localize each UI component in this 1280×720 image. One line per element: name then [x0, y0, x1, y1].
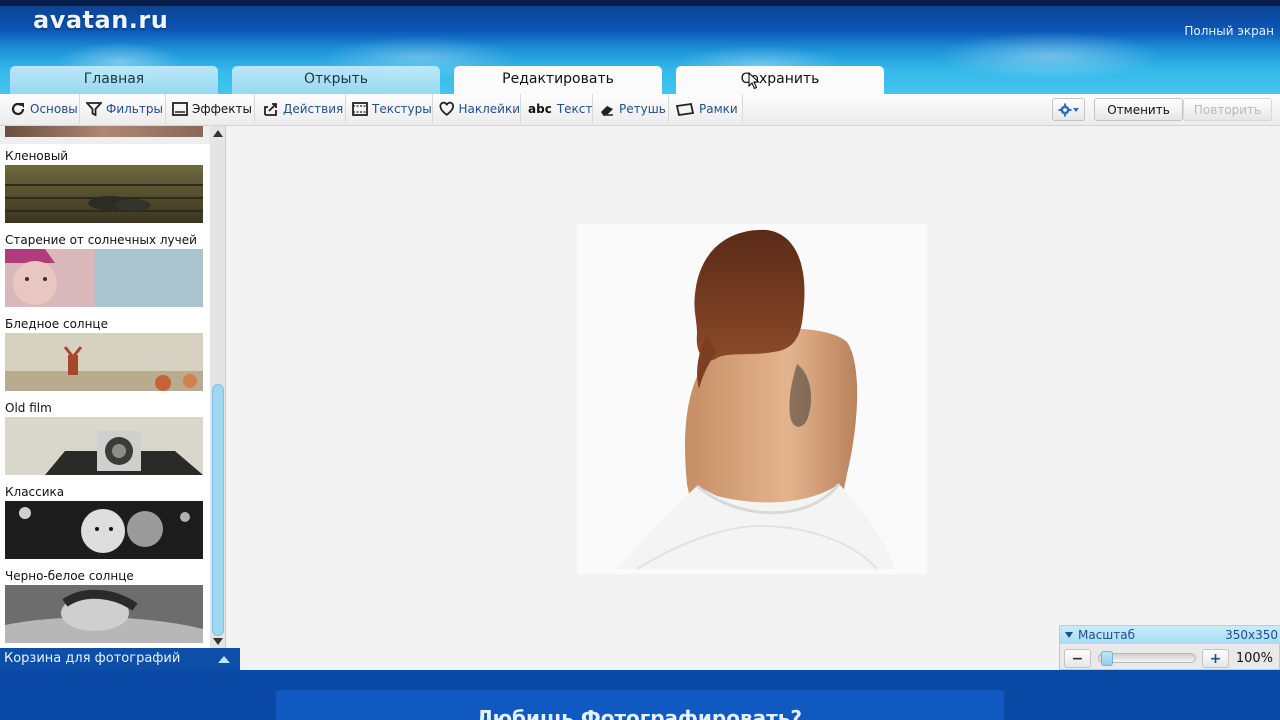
filter-label: Бледное солнце — [5, 317, 108, 331]
filter-thumbnail — [5, 165, 203, 223]
zoom-in-button[interactable]: + — [1202, 649, 1229, 668]
tool-text[interactable]: abc Текст — [521, 94, 593, 124]
scrollbar-thumb[interactable] — [212, 384, 224, 636]
zoom-header[interactable]: Масштаб 350x350 — [1060, 626, 1280, 644]
settings-button[interactable] — [1052, 98, 1085, 121]
tool-label: Эффекты — [192, 102, 252, 116]
tool-label: Ретушь — [619, 102, 666, 116]
tool-frames[interactable]: Рамки — [669, 94, 743, 124]
filter-label: Кленовый — [5, 149, 69, 163]
image-size: 350x350 — [1225, 628, 1278, 642]
footer-banner: Любишь Фотографировать? — [0, 670, 1280, 720]
funnel-icon — [86, 102, 102, 117]
fullscreen-link[interactable]: Полный экран — [1184, 24, 1274, 38]
tool-label: Наклейки — [458, 102, 520, 116]
undo-button[interactable]: Отменить — [1094, 98, 1183, 121]
tool-label: Текстуры — [372, 102, 432, 116]
filter-thumbnail — [5, 333, 203, 391]
frame-icon — [172, 102, 188, 116]
tool-label: Текст — [556, 102, 593, 116]
site-logo[interactable]: avatan.ru — [33, 6, 168, 34]
tool-label: Рамки — [699, 102, 738, 116]
zoom-out-button[interactable]: − — [1064, 649, 1091, 668]
filter-label: Черно-белое солнце — [5, 569, 134, 583]
tool-retouch[interactable]: Ретушь — [593, 94, 669, 124]
header-band — [0, 0, 1280, 6]
scroll-down-icon[interactable] — [213, 638, 223, 646]
filter-thumbnail-partial — [5, 126, 203, 137]
tab-edit[interactable]: Редактировать — [454, 66, 662, 96]
header-bar: avatan.ru Полный экран Главная Открыть Р… — [0, 0, 1280, 96]
gear-icon — [1058, 103, 1079, 116]
edited-photo[interactable] — [577, 224, 927, 574]
tool-label: Основы — [30, 102, 78, 116]
app-window: avatan.ru Полный экран Главная Открыть Р… — [0, 0, 1280, 720]
filter-thumbnail — [5, 417, 203, 475]
redo-button[interactable]: Повторить — [1183, 98, 1272, 121]
tool-textures[interactable]: Текстуры — [346, 94, 433, 124]
tool-actions[interactable]: Действия — [255, 94, 346, 124]
filter-label: Классика — [5, 485, 65, 499]
filter-label: Старение от солнечных лучей — [5, 233, 197, 247]
filter-item-maple[interactable]: Кленовый — [0, 144, 210, 228]
zoom-panel: Масштаб 350x350 − + 100% — [1059, 625, 1280, 670]
tab-save[interactable]: Сохранить — [676, 66, 884, 96]
film-icon — [352, 102, 368, 116]
photo-basket-bar[interactable]: Корзина для фотографий — [0, 648, 240, 670]
filter-item-classic[interactable]: Классика — [0, 480, 210, 564]
tool-label: Фильтры — [106, 102, 163, 116]
refresh-icon — [11, 102, 25, 116]
mouse-cursor-icon — [748, 72, 760, 90]
tool-toolbar: Основы Фильтры Эффекты Действия Текстуры… — [0, 94, 1280, 126]
filter-label: Old film — [5, 401, 52, 415]
zoom-percent: 100% — [1235, 651, 1273, 666]
abc-icon: abc — [528, 102, 552, 116]
action-icon — [264, 103, 277, 116]
footer-headline[interactable]: Любишь Фотографировать? — [476, 706, 802, 720]
frames-icon — [675, 102, 695, 117]
eraser-icon — [601, 106, 613, 116]
tab-open[interactable]: Открыть — [232, 66, 440, 96]
heart-icon — [439, 101, 454, 116]
zoom-label: Масштаб — [1078, 628, 1136, 642]
filter-item-bw-sun[interactable]: Черно-белое солнце — [0, 564, 210, 648]
tool-filters[interactable]: Фильтры — [80, 94, 166, 124]
tool-label: Действия — [283, 102, 344, 116]
filter-thumbnail — [5, 249, 203, 307]
filter-thumbnail — [5, 585, 203, 643]
tool-basics[interactable]: Основы — [4, 94, 80, 124]
filter-thumbnail — [5, 501, 203, 559]
filter-scrollbar[interactable] — [210, 126, 225, 650]
filter-item-old-film[interactable]: Old film — [0, 396, 210, 480]
tool-stickers[interactable]: Наклейки — [433, 94, 521, 124]
zoom-slider-handle[interactable] — [1100, 651, 1113, 666]
tool-effects[interactable]: Эффекты — [166, 94, 255, 124]
chevron-down-icon[interactable] — [1065, 632, 1073, 638]
tab-home[interactable]: Главная — [10, 66, 218, 96]
scroll-up-icon[interactable] — [213, 129, 223, 137]
zoom-slider[interactable] — [1098, 651, 1196, 666]
filter-list-panel: Кленовый Старение от солнечных лучей Бле… — [0, 126, 226, 650]
photo-basket-label: Корзина для фотографий — [4, 651, 181, 666]
filter-item-pale-sun[interactable]: Бледное солнце — [0, 312, 210, 396]
filter-item-sun-aging[interactable]: Старение от солнечных лучей — [0, 228, 210, 312]
